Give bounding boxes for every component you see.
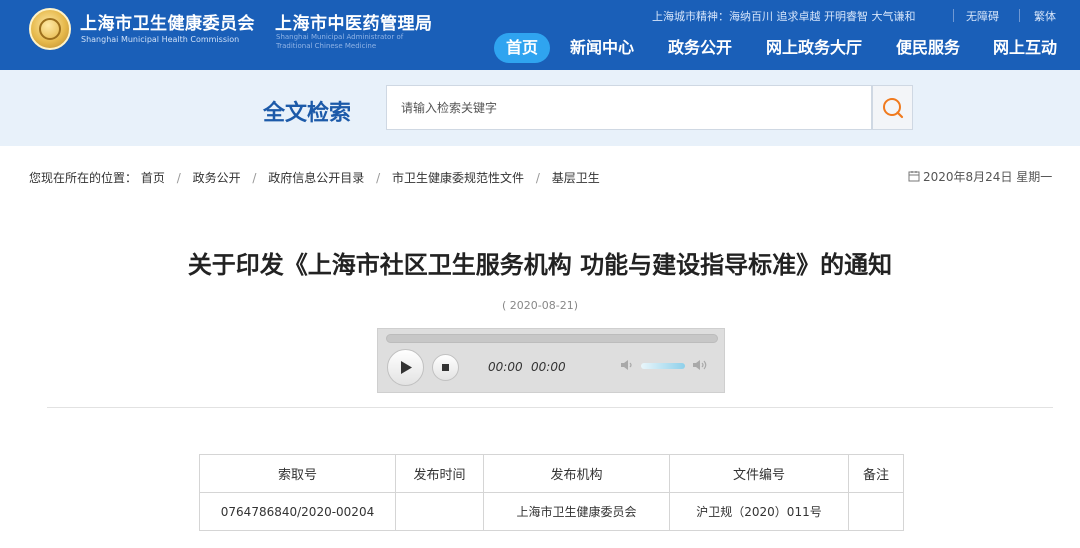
audio-player: 00:00 00:00 bbox=[377, 328, 725, 393]
org-name-health-commission-en: Shanghai Municipal Health Commission bbox=[81, 35, 240, 44]
column-header-index-number: 索取号 bbox=[199, 454, 396, 493]
audio-current-time: 00:00 bbox=[488, 360, 523, 374]
table-header-row: 索取号 发布时间 发布机构 文件编号 备注 bbox=[199, 454, 904, 493]
table-row: 0764786840/2020-00204 上海市卫生健康委员会 沪卫规（202… bbox=[199, 492, 904, 531]
breadcrumb-separator: / bbox=[376, 171, 381, 185]
logo-inner-ring bbox=[39, 18, 61, 40]
cell-publish-time bbox=[395, 492, 484, 531]
search-title: 全文检索 bbox=[263, 101, 352, 126]
calendar-icon bbox=[908, 171, 920, 182]
site-header: 上海市卫生健康委员会 Shanghai Municipal Health Com… bbox=[0, 0, 1080, 70]
volume-high-icon[interactable] bbox=[691, 357, 709, 373]
volume-slider[interactable] bbox=[641, 363, 685, 369]
breadcrumb-info-catalog[interactable]: 政府信息公开目录 bbox=[268, 169, 364, 186]
breadcrumb-separator: / bbox=[252, 171, 257, 185]
content-divider bbox=[47, 407, 1053, 408]
today-date-text: 2020年8月24日 星期一 bbox=[923, 170, 1053, 184]
nav-online-service-hall[interactable]: 网上政务大厅 bbox=[766, 33, 862, 63]
breadcrumb-primary-health[interactable]: 基层卫生 bbox=[552, 169, 600, 186]
cell-remarks bbox=[848, 492, 904, 531]
cell-publisher: 上海市卫生健康委员会 bbox=[483, 492, 670, 531]
nav-online-interaction[interactable]: 网上互动 bbox=[993, 33, 1057, 63]
breadcrumb-normative-documents[interactable]: 市卫生健康委规范性文件 bbox=[392, 169, 524, 186]
site-logo-emblem[interactable] bbox=[29, 8, 71, 50]
document-info-table: 索取号 发布时间 发布机构 文件编号 备注 0764786840/2020-00… bbox=[199, 454, 904, 531]
breadcrumb-separator: / bbox=[176, 171, 181, 185]
column-header-document-number: 文件编号 bbox=[669, 454, 849, 493]
breadcrumb-separator: / bbox=[535, 171, 540, 185]
column-header-publisher: 发布机构 bbox=[483, 454, 670, 493]
audio-progress-bar[interactable] bbox=[386, 334, 718, 343]
org-name-health-commission[interactable]: 上海市卫生健康委员会 bbox=[80, 9, 255, 34]
nav-home[interactable]: 首页 bbox=[494, 33, 551, 63]
today-date: 2020年8月24日 星期一 bbox=[908, 168, 1052, 185]
search-band: 全文检索 bbox=[0, 70, 1080, 146]
search-button[interactable] bbox=[872, 85, 913, 130]
traditional-chinese-link[interactable]: 繁体 bbox=[1034, 8, 1056, 24]
play-icon bbox=[401, 361, 412, 374]
breadcrumb: 您现在所在的位置： 首页 / 政务公开 / 政府信息公开目录 / 市卫生健康委规… bbox=[29, 169, 600, 186]
audio-duration: 00:00 bbox=[531, 360, 566, 374]
breadcrumb-government-affairs[interactable]: 政务公开 bbox=[193, 169, 241, 186]
top-divider bbox=[953, 9, 954, 22]
article-publish-date: ( 2020-08-21) bbox=[501, 299, 578, 312]
org-name-tcm-bureau[interactable]: 上海市中医药管理局 bbox=[275, 9, 433, 34]
column-header-publish-time: 发布时间 bbox=[395, 454, 484, 493]
search-input[interactable] bbox=[386, 85, 872, 130]
stop-icon bbox=[442, 364, 449, 371]
breadcrumb-prefix: 您现在所在的位置： bbox=[29, 171, 138, 185]
search-icon bbox=[883, 98, 904, 119]
cell-index-number: 0764786840/2020-00204 bbox=[199, 492, 396, 531]
nav-news-center[interactable]: 新闻中心 bbox=[570, 33, 634, 63]
play-button[interactable] bbox=[387, 349, 424, 386]
city-spirit-slogan: 上海城市精神：海纳百川 追求卓越 开明睿智 大气谦和 bbox=[652, 10, 916, 23]
accessibility-link[interactable]: 无障碍 bbox=[966, 8, 999, 24]
stop-button[interactable] bbox=[432, 354, 459, 381]
cell-document-number: 沪卫规（2020）011号 bbox=[669, 492, 849, 531]
article-title: 关于印发《上海市社区卫生服务机构 功能与建设指导标准》的通知 bbox=[187, 251, 893, 279]
nav-public-services[interactable]: 便民服务 bbox=[896, 33, 960, 63]
nav-government-affairs[interactable]: 政务公开 bbox=[668, 33, 732, 63]
column-header-remarks: 备注 bbox=[848, 454, 904, 493]
org-name-tcm-bureau-en: Shanghai Municipal Administrator of Trad… bbox=[276, 33, 404, 50]
breadcrumb-home[interactable]: 首页 bbox=[141, 169, 165, 186]
top-divider bbox=[1019, 9, 1020, 22]
volume-low-icon[interactable] bbox=[619, 357, 635, 373]
